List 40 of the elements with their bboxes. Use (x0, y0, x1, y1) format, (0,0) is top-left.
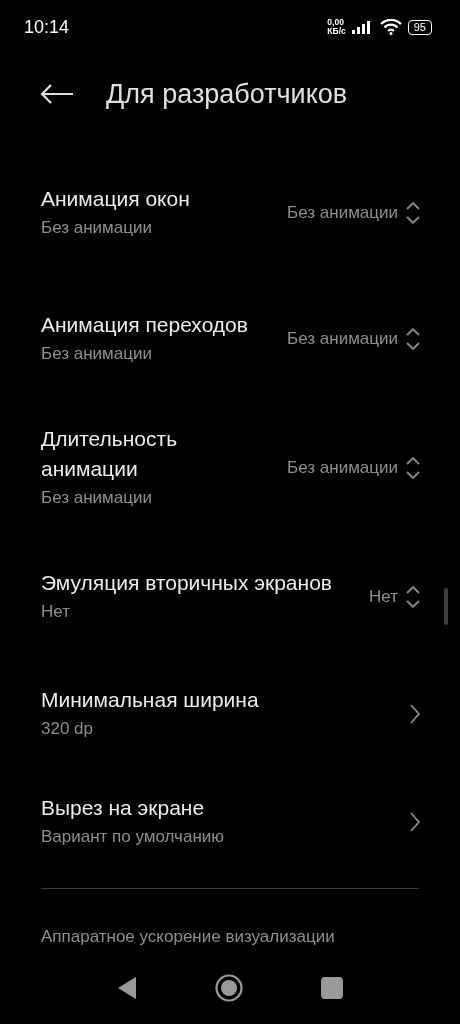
setting-title: Длительность анимации (41, 426, 179, 482)
dropdown-arrows-icon (406, 327, 420, 351)
battery-indicator: 95 (407, 19, 432, 35)
dropdown-arrows-icon (406, 201, 420, 225)
settings-item[interactable]: Анимация окон Без анимации Без анимации (41, 162, 420, 264)
setting-summary: Без анимации (41, 217, 153, 239)
chevron-right-icon (410, 704, 420, 724)
setting-summary: Без анимации (41, 487, 153, 509)
chevron-right-icon (410, 812, 420, 832)
status-time: 10:14 (24, 16, 70, 38)
network-speed-value: 0,00 (327, 18, 344, 27)
setting-value: Без анимации (287, 203, 398, 223)
settings-item[interactable]: Эмуляция вторичных экранов Нет Нет (41, 546, 420, 648)
setting-title: Вырез на экране (41, 795, 206, 821)
setting-summary: Нет (41, 601, 71, 623)
setting-title: Минимальная ширина (41, 687, 260, 713)
setting-summary: Без анимации (41, 343, 153, 365)
wifi-icon (379, 19, 402, 35)
settings-item[interactable]: Анимация переходов Без анимации Без анимации (41, 288, 420, 390)
setting-value: Без анимации (287, 329, 398, 349)
setting-title: Анимация переходов (41, 312, 249, 338)
settings-item[interactable]: Минимальная ширина 320 dp (41, 672, 420, 756)
home-icon[interactable] (215, 974, 243, 1002)
back-button[interactable] (40, 84, 74, 104)
setting-summary: 320 dp (41, 718, 94, 740)
scroll-indicator (444, 588, 448, 625)
setting-value: Без анимации (287, 458, 398, 478)
section-header: Аппаратное ускорение визуализации (40, 926, 336, 947)
dropdown-arrows-icon (406, 585, 420, 609)
recents-icon[interactable] (321, 977, 343, 999)
setting-summary: Вариант по умолчанию (41, 826, 226, 848)
setting-title: Эмуляция вторичных экранов (41, 570, 333, 596)
back-icon[interactable] (117, 976, 137, 1000)
setting-value: Нет (369, 587, 398, 607)
page-title: Для разработчиков (106, 78, 348, 110)
settings-item[interactable]: Длительность анимации Без анимации Без анимации (41, 414, 420, 522)
network-speed-unit: КБ/с (327, 27, 346, 36)
dropdown-arrows-icon (406, 456, 420, 480)
setting-title: Анимация окон (41, 186, 191, 212)
settings-item[interactable]: Вырез на экране Вариант по умолчанию (41, 780, 420, 864)
